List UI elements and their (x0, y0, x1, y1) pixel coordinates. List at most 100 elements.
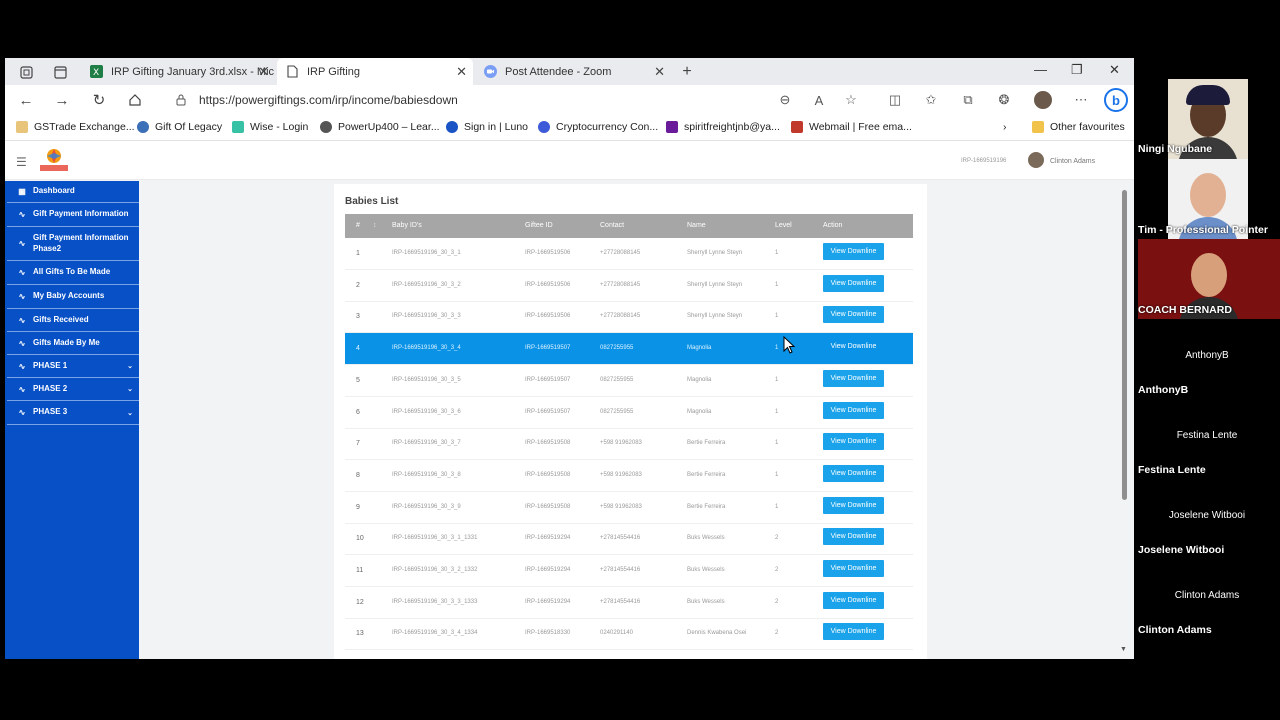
fav-yahoo-mail[interactable]: spiritfreightjnb@ya... (666, 121, 780, 133)
sidebar-item-gift-payment-information-phase2[interactable]: ∿ Gift Payment Information Phase2 (7, 227, 139, 261)
sidebar-item-phase-1[interactable]: ∿ PHASE 1 ⌄ (7, 355, 139, 378)
fav-luno[interactable]: Sign in | Luno (446, 121, 528, 133)
fav-gift-of-legacy[interactable]: Gift Of Legacy (137, 121, 222, 133)
table-row[interactable]: 4 IRP-1669519196_30_3_4 IRP-1669519507 0827… (345, 333, 913, 366)
workspaces-icon[interactable] (18, 64, 34, 80)
sidebar-item-gift-payment-information[interactable]: ∿ Gift Payment Information (7, 203, 139, 227)
table-row[interactable]: 9 IRP-1669519196_30_3_9 IRP-1669519508 +598… (345, 492, 913, 524)
bing-icon[interactable]: b (1104, 88, 1128, 112)
table-row[interactable]: 6 IRP-1669519196_30_3_6 IRP-1669519507 0827… (345, 397, 913, 429)
view-downline-button[interactable]: View Downline (823, 306, 884, 324)
view-downline-button[interactable]: View Downline (823, 433, 884, 451)
read-aloud-icon[interactable]: A (811, 92, 827, 108)
chevron-right-icon[interactable]: › (1003, 121, 1007, 133)
participant-tile-name[interactable]: Clinton Adams (1134, 590, 1280, 601)
table-row[interactable]: 10 IRP-1669519196_30_3_1_1331 IRP-16695192… (345, 523, 913, 556)
minimize-icon[interactable]: — (1034, 62, 1047, 77)
sort-icon[interactable]: ↕ (373, 222, 377, 229)
table-row[interactable]: 2 IRP-1669519196_30_3_2 IRP-1669519506 +277… (345, 270, 913, 302)
table-header: # Baby ID's Giftee ID Contact Name Level Actio… (345, 214, 913, 238)
table-row[interactable]: 5 IRP-1669519196_30_3_5 IRP-1669519507 0827… (345, 365, 913, 397)
sidebar-item-dashboard[interactable]: ▦ Dashboard (7, 181, 139, 203)
table-row[interactable]: 3 IRP-1669519196_30_3_3 IRP-1669519506 +277… (345, 301, 913, 334)
view-downline-button[interactable]: View Downline (823, 243, 884, 260)
fav-webmail[interactable]: Webmail | Free ema... (791, 121, 912, 133)
view-downline-button[interactable]: View Downline (823, 464, 884, 482)
forward-icon[interactable]: → (53, 91, 71, 109)
participant-tile-name[interactable]: Joselene Witbooi (1134, 510, 1280, 521)
back-icon[interactable]: ← (17, 91, 35, 109)
table-row[interactable]: 1 IRP-1669519196_30_3_1 IRP-1669519506 +277… (345, 238, 913, 270)
split-screen-icon[interactable]: ◫ (887, 92, 903, 108)
tab-label: IRP Gifting January 3rd.xlsx - Mic (111, 65, 275, 78)
window-close-icon[interactable]: ✕ (1109, 62, 1120, 78)
sidebar-item-my-baby-accounts[interactable]: ∿ My Baby Accounts (7, 285, 139, 309)
tab-excel[interactable]: X IRP Gifting January 3rd.xlsx - Mic ✕ (81, 58, 275, 85)
level: 1 (775, 503, 779, 510)
tab-irp-gifting[interactable]: IRP Gifting ✕ (277, 58, 473, 85)
sidebar-item-gifts-made-by-me[interactable]: ∿ Gifts Made By Me (7, 332, 139, 355)
view-downline-button[interactable]: View Downline (823, 560, 884, 577)
view-downline-button[interactable]: View Downline (823, 496, 884, 514)
table-row[interactable]: 12 IRP-1669519196_30_3_3_1333 IRP-16695192… (345, 587, 913, 619)
sidebar-item-phase-3[interactable]: ∿ PHASE 3 ⌄ (7, 401, 139, 425)
home-icon[interactable] (126, 91, 144, 109)
sidebar-item-phase-2[interactable]: ∿ PHASE 2 ⌄ (7, 378, 139, 401)
table-row[interactable]: 11 IRP-1669519196_30_3_2_1332 IRP-16695192… (345, 555, 913, 587)
refresh-icon[interactable]: ↻ (90, 91, 108, 109)
avatar[interactable] (1028, 152, 1044, 168)
view-downline-button[interactable]: View Downline (823, 401, 884, 419)
table-row[interactable]: 13 IRP-1669519196_30_3_4_1334 IRP-16695183… (345, 618, 913, 651)
fav-cryptocurrency[interactable]: Cryptocurrency Con... (538, 121, 658, 133)
luno-icon (446, 121, 458, 133)
level: 2 (775, 598, 779, 605)
power-logo[interactable] (37, 147, 71, 175)
level: 2 (775, 630, 779, 637)
table-row[interactable]: 7 IRP-1669519196_30_3_7 IRP-1669519508 +598… (345, 428, 913, 461)
screen: X IRP Gifting January 3rd.xlsx - Mic ✕ I… (0, 0, 1280, 720)
more-icon[interactable]: ⋯ (1073, 92, 1089, 108)
url-field[interactable]: https://powergiftings.com/irp/income/bab… (199, 93, 458, 107)
new-tab-icon[interactable]: + (679, 63, 695, 80)
page-scrollbar[interactable]: ▼ (1120, 182, 1130, 659)
user-menu[interactable]: Clinton Adams (1050, 158, 1095, 165)
level: 2 (775, 567, 779, 573)
fav-wise[interactable]: Wise - Login (232, 121, 308, 133)
sidebar-item-label: PHASE 2 (33, 383, 68, 393)
fav-gstrade[interactable]: GSTrade Exchange... (16, 121, 135, 133)
view-downline-button[interactable]: View Downline (823, 623, 884, 641)
menu-icon[interactable]: ☰ (16, 155, 27, 169)
view-downline-button[interactable]: View Downline (823, 591, 884, 609)
table-row[interactable]: 8 IRP-1669519196_30_3_8 IRP-1669519508 +598… (345, 460, 913, 492)
participant-face (1190, 173, 1226, 217)
contact: 0827255955 (600, 345, 634, 352)
extensions-icon[interactable]: ❂ (996, 92, 1012, 108)
favorite-star-icon[interactable]: ☆ (843, 92, 859, 108)
view-downline-button[interactable]: View Downline (823, 528, 884, 546)
fav-powerup400[interactable]: PowerUp400 – Lear... (320, 121, 440, 133)
tab-actions-icon[interactable] (52, 64, 68, 80)
name: Buks Wessels (687, 598, 725, 605)
sidebar-item-all-gifts-to-be-made[interactable]: ∿ All Gifts To Be Made (7, 261, 139, 285)
fav-other-favourites[interactable]: Other favourites (1032, 121, 1125, 133)
tab-zoom[interactable]: Post Attendee - Zoom ✕ (475, 58, 671, 85)
participant-tile-name[interactable]: Festina Lente (1134, 430, 1280, 441)
restore-icon[interactable]: ❐ (1071, 62, 1083, 78)
sidebar-item-gifts-received[interactable]: ∿ Gifts Received (7, 309, 139, 332)
lock-icon[interactable] (172, 91, 190, 109)
view-downline-button[interactable]: View Downline (823, 369, 884, 387)
view-downline-button[interactable]: View Downline (823, 274, 884, 292)
participant-tile-name[interactable]: AnthonyB (1134, 350, 1280, 361)
collections-icon[interactable]: ⧉ (960, 92, 976, 108)
profile-avatar[interactable] (1034, 91, 1052, 109)
row-number: 4 (356, 345, 360, 353)
close-icon[interactable]: ✕ (456, 64, 467, 80)
scroll-thumb[interactable] (1122, 190, 1127, 500)
view-downline-button[interactable]: View Downline (823, 338, 884, 356)
pulse-icon: ∿ (18, 292, 26, 301)
close-icon[interactable]: ✕ (258, 64, 269, 80)
favorites-icon[interactable]: ✩ (923, 92, 939, 108)
scroll-down-icon[interactable]: ▼ (1120, 646, 1127, 653)
close-icon[interactable]: ✕ (654, 64, 665, 80)
zoom-out-icon[interactable]: ⊖ (777, 92, 793, 108)
